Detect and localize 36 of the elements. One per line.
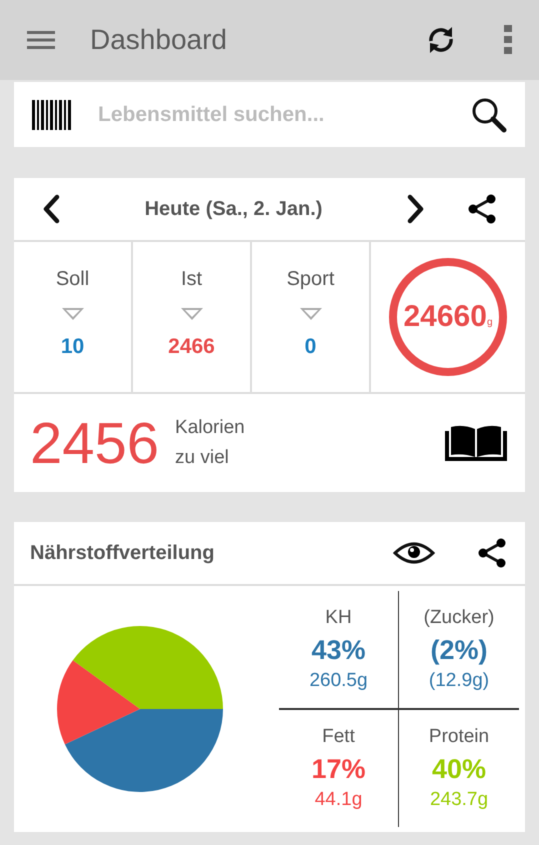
nutrient-percent: (2%) xyxy=(430,635,488,666)
ring-value: 24660 xyxy=(404,300,487,334)
stat-value: 0 xyxy=(304,335,316,359)
nutrient-label: Protein xyxy=(428,726,490,748)
book-icon[interactable] xyxy=(445,425,507,461)
app-title: Dashboard xyxy=(90,24,228,56)
nutrient-grams: (12.9g) xyxy=(428,670,490,692)
nutrient-percent: 17% xyxy=(311,754,366,785)
nutrient-label: Fett xyxy=(322,726,355,748)
date-title: Heute (Sa., 2. Jan.) xyxy=(144,198,324,220)
section-title: Nährstoffverteilung xyxy=(30,542,216,564)
calorie-difference: 2456 xyxy=(30,410,160,476)
ring-unit: g xyxy=(486,316,492,328)
share-icon[interactable] xyxy=(467,194,497,224)
stat-value: 2466 xyxy=(168,335,215,359)
nutrient-percent: 43% xyxy=(311,635,366,666)
stat-label: Sport xyxy=(286,268,334,291)
more-icon[interactable] xyxy=(504,25,512,55)
stat-label: Ist xyxy=(180,268,202,291)
next-day-icon[interactable] xyxy=(407,194,425,224)
search-icon[interactable] xyxy=(471,96,507,132)
stat-value: 10 xyxy=(60,335,84,359)
nutrient-label: KH xyxy=(325,607,352,629)
stat-label: Soll xyxy=(56,268,90,291)
nutrient-label: (Zucker) xyxy=(424,607,494,629)
previous-day-icon[interactable] xyxy=(42,194,60,224)
menu-icon[interactable] xyxy=(27,30,55,50)
share-icon[interactable] xyxy=(477,538,507,568)
nutrient-percent: 40% xyxy=(432,754,486,785)
nutrient-grams: 243.7g xyxy=(430,789,488,811)
barcode-icon[interactable] xyxy=(32,100,72,130)
nutrient-grams: 260.5g xyxy=(309,670,368,692)
calorie-label: zu viel xyxy=(175,446,230,470)
eye-icon[interactable] xyxy=(393,541,435,565)
nutrient-grams: 44.1g xyxy=(314,789,362,811)
calorie-label: Kalorien xyxy=(175,416,246,440)
